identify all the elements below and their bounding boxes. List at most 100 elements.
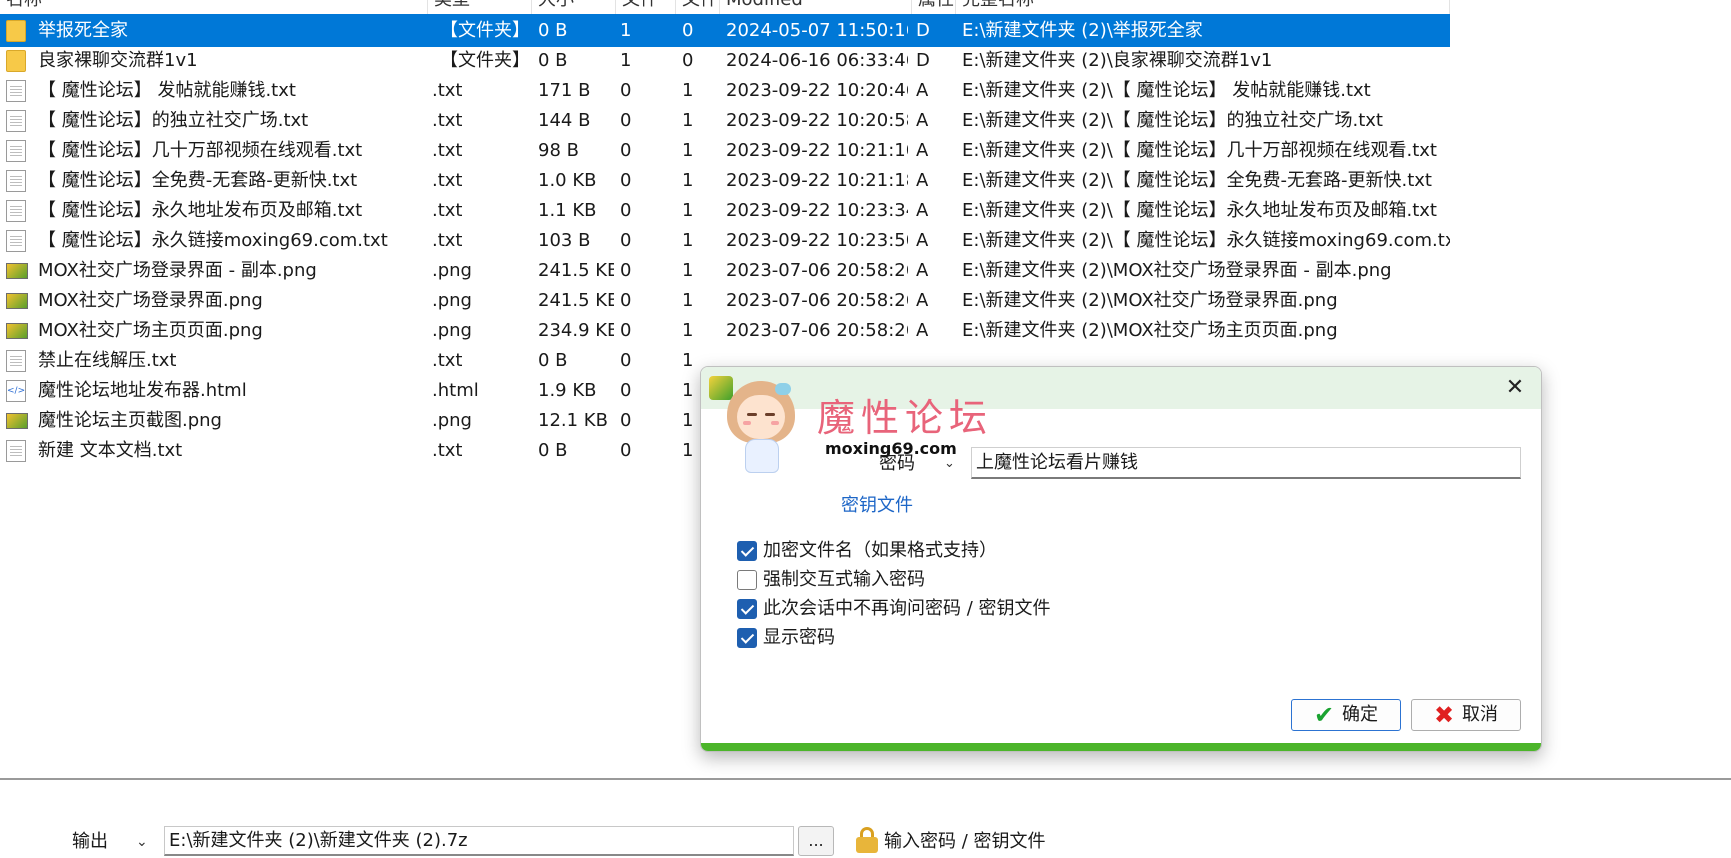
table-row[interactable]: 【 魔性论坛】永久链接moxing69.com.txt .txt 103 B 0 1 20… [0,224,1450,257]
table-row[interactable]: MOX社交广场登录界面.png .png 241.5 KB 0 1 2023-07-06 … [0,284,1450,317]
cell-size: 0 B [538,350,568,371]
cancel-label: 取消 [1462,704,1498,725]
text-file-icon [6,230,26,252]
dialog-accent-bar [701,743,1541,751]
cell-folders: 0 [620,290,632,311]
cell-name: 禁止在线解压.txt [38,350,177,371]
cell-folders: 0 [620,80,632,101]
cell-size: 241.5 KB [538,260,614,281]
cell-files: 1 [682,140,694,161]
cell-modified: 2023-07-06 20:58:26 [726,320,908,341]
browse-button[interactable]: ... [798,826,834,856]
column-header-type[interactable]: 类型 [428,0,532,14]
table-row[interactable]: 良家裸聊交流群1v1 【文件夹】 0 B 1 0 2024-06-16 06:33:46 D… [0,44,1450,77]
cell-name: 良家裸聊交流群1v1 [38,50,198,71]
table-row[interactable]: MOX社交广场登录界面 - 副本.png .png 241.5 KB 0 1 2023-0… [0,254,1450,287]
cell-size: 241.5 KB [538,290,614,311]
column-header-attributes[interactable]: 属性 [912,0,956,14]
column-header-full-name[interactable]: 完整名称 [956,0,1450,14]
enter-password-button[interactable]: 输入密码 / 密钥文件 [884,827,1046,857]
cross-icon: ✖ [1434,701,1455,729]
cell-modified: 2023-09-22 10:21:10 [726,140,908,161]
column-header-files[interactable]: 文件 [676,0,720,14]
table-row[interactable]: 【 魔性论坛】 发帖就能赚钱.txt .txt 171 B 0 1 2023-09-22 … [0,74,1450,107]
row-icon-cell [2,404,30,437]
cell-modified: 2023-09-22 10:23:34 [726,200,908,221]
row-icon-cell [2,224,30,257]
option-checkbox[interactable] [737,628,757,648]
divider [0,778,1731,780]
image-file-icon [6,263,28,279]
cell-path: E:\新建文件夹 (2)\【 魔性论坛】 发帖就能赚钱.txt [962,80,1371,101]
ok-button[interactable]: ✔ 确定 [1291,699,1401,731]
lock-icon [856,827,878,855]
cell-type: .txt [432,440,463,461]
password-input[interactable]: 上魔性论坛看片赚钱 [971,447,1521,479]
cell-type: .txt [432,140,463,161]
cell-folders: 0 [620,440,632,461]
row-icon-cell [2,104,30,137]
cell-name: MOX社交广场登录界面 - 副本.png [38,260,317,281]
cancel-button[interactable]: ✖ 取消 [1411,699,1521,731]
option-label: 显示密码 [763,627,835,648]
table-row[interactable]: 【 魔性论坛】几十万部视频在线观看.txt .txt 98 B 0 1 2023-09-2… [0,134,1450,167]
cell-name: 【 魔性论坛】几十万部视频在线观看.txt [38,140,363,161]
cell-folders: 0 [620,110,632,131]
cell-name: 【 魔性论坛】全免费-无套路-更新快.txt [38,170,358,191]
cell-path: E:\新建文件夹 (2)\MOX社交广场主页页面.png [962,320,1338,341]
output-label: 输出 [72,831,108,852]
cell-attr: A [916,260,929,281]
password-label: 密码 [879,453,915,474]
table-row[interactable]: MOX社交广场主页页面.png .png 234.9 KB 0 1 2023-07-06 … [0,314,1450,347]
cell-modified: 2024-05-07 11:50:16 [726,20,908,41]
image-file-icon [6,323,28,339]
cell-size: 0 B [538,20,568,41]
cell-modified: 2023-09-22 10:21:18 [726,170,908,191]
cell-path: E:\新建文件夹 (2)\【 魔性论坛】永久地址发布页及邮箱.txt [962,200,1437,221]
table-row[interactable]: 举报死全家 【文件夹】 0 B 1 0 2024-05-07 11:50:16 D E:\新建… [0,14,1450,47]
cell-attr: A [916,230,929,251]
row-icon-cell: </> [2,374,30,407]
cell-folders: 0 [620,170,632,191]
cell-name: 魔性论坛地址发布器.html [38,380,247,401]
html-file-icon: </> [6,380,26,402]
close-icon[interactable]: ✕ [1501,374,1529,402]
cell-path: E:\新建文件夹 (2)\【 魔性论坛】几十万部视频在线观看.txt [962,140,1437,161]
cell-attr: A [916,320,929,341]
cell-files: 1 [682,320,694,341]
cell-size: 0 B [538,440,568,461]
column-header-name[interactable]: 名称 [0,0,428,14]
option-checkbox[interactable] [737,599,757,619]
cell-folders: 0 [620,260,632,281]
cell-folders: 0 [620,230,632,251]
keyfile-link[interactable]: 密钥文件 [841,491,913,521]
cell-files: 1 [682,260,694,281]
cell-folders: 0 [620,350,632,371]
cell-files: 0 [682,20,694,41]
chevron-down-icon[interactable]: ⌄ [136,827,148,857]
column-header-size[interactable]: 大小 [532,0,616,14]
table-row[interactable]: 【 魔性论坛】永久地址发布页及邮箱.txt .txt 1.1 KB 0 1 2023-09… [0,194,1450,227]
chevron-down-icon[interactable]: ⌄ [944,449,955,479]
cell-type: .png [432,260,472,281]
cell-type: .png [432,410,472,431]
cell-modified: 2023-09-22 10:23:50 [726,230,908,251]
cell-name: 【 魔性论坛】的独立社交广场.txt [38,110,309,131]
cell-path: E:\新建文件夹 (2)\【 魔性论坛】永久链接moxing69.com.txt [962,230,1450,251]
cell-modified: 2023-09-22 10:20:58 [726,110,908,131]
cell-size: 0 B [538,50,568,71]
row-icon-cell [2,254,30,287]
column-header-folders[interactable]: 文件夹 [616,0,676,38]
option-checkbox[interactable] [737,541,757,561]
table-row[interactable]: 【 魔性论坛】的独立社交广场.txt .txt 144 B 0 1 2023-09-22 … [0,104,1450,137]
table-row[interactable]: 【 魔性论坛】全免费-无套路-更新快.txt .txt 1.0 KB 0 1 2023-0… [0,164,1450,197]
cell-size: 1.0 KB [538,170,597,191]
output-path-field[interactable]: E:\新建文件夹 (2)\新建文件夹 (2).7z [164,826,794,856]
mascot-image [721,373,801,481]
option-checkbox[interactable] [737,570,757,590]
cell-name: 魔性论坛主页截图.png [38,410,222,431]
cell-path: E:\新建文件夹 (2)\举报死全家 [962,20,1203,41]
column-header-modified[interactable]: Modified [720,0,912,14]
cell-size: 234.9 KB [538,320,614,341]
text-file-icon [6,140,26,162]
